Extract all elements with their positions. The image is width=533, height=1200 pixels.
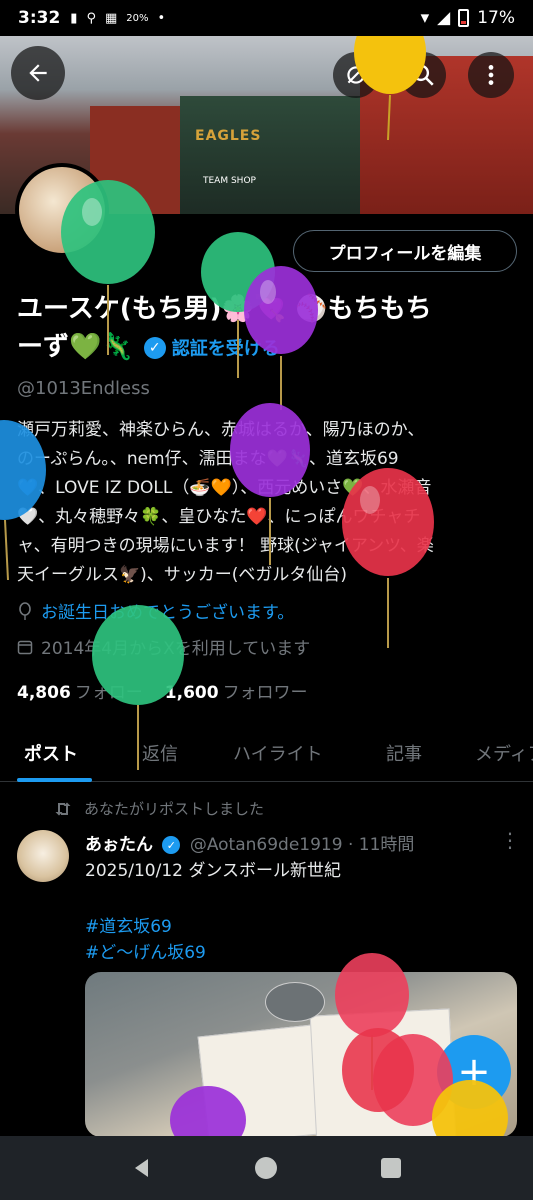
balloon-icon: [19, 601, 31, 620]
search-icon: [412, 64, 434, 86]
edit-profile-button[interactable]: プロフィールを編集: [293, 230, 517, 272]
nav-home-icon[interactable]: [254, 1156, 278, 1180]
more-vertical-icon: [488, 65, 494, 85]
dot-icon: •: [157, 10, 166, 26]
post-header: あぉたん ✓ @Aotan69de1919 · 11時間: [85, 830, 414, 855]
app-icon: ▦: [104, 10, 118, 26]
joined-text: 2014年4月からXを利用しています: [41, 639, 311, 659]
battery-icon: [458, 9, 470, 27]
post-text: 2025/10/12 ダンスボール新世紀: [85, 861, 342, 881]
alert-icon: ▮: [70, 10, 78, 26]
post-author-avatar[interactable]: [17, 830, 69, 882]
followers-label: フォロワー: [222, 683, 308, 703]
birthday-row[interactable]: お誕生日おめでとうございます。: [17, 598, 294, 623]
followers-link[interactable]: 1,600 フォロワー: [165, 683, 308, 703]
tab-posts[interactable]: ポスト: [24, 740, 78, 766]
bell-off-icon: [347, 66, 365, 84]
arrow-left-icon: [29, 64, 47, 82]
repost-indicator: あなたがリポストしました: [54, 798, 264, 819]
banner-sign-2: TEAM SHOP: [203, 176, 256, 186]
bio-line: 🤍、丸々穂野々🍀、皇ひなた❤️、にっぽんワチャチ: [17, 507, 421, 527]
bio-line: 瀬戸万莉愛、神楽ひらん、赤城はるか、陽乃ほのか、: [17, 420, 425, 440]
tab-highlights[interactable]: ハイライト: [233, 740, 323, 766]
display-name-line-2-row: ーず💚🦎 ✓ 認証を受ける: [17, 326, 280, 363]
nav-recents-icon[interactable]: [380, 1157, 402, 1179]
calendar-icon: [17, 640, 33, 654]
tab-media[interactable]: メディア: [475, 740, 533, 766]
signal-icon: ◢: [437, 8, 451, 28]
post-more-button[interactable]: ⋮: [500, 828, 520, 852]
tab-replies[interactable]: 返信: [142, 740, 178, 766]
display-name-line-1: ユースケ(もち男)🌸💘 ⚾もちもち: [17, 294, 432, 324]
birthday-text: お誕生日おめでとうございます。: [41, 603, 295, 623]
banner-sign: EAGLES: [195, 128, 262, 144]
joined-row: 2014年4月からXを利用しています: [17, 634, 310, 659]
wifi-icon: ▾: [420, 8, 430, 28]
post-author-handle[interactable]: @Aotan69de1919: [190, 835, 343, 855]
profile-bio: 瀬戸万莉愛、神楽ひらん、赤城はるか、陽乃ほのか、 のーぷらん。、nem仔、濡田ま…: [17, 416, 522, 590]
follow-counts: 4,806 フォロー 1,600 フォロワー: [17, 678, 308, 703]
repost-label: あなたがリポストしました: [84, 800, 265, 818]
post-time[interactable]: 11時間: [359, 835, 415, 855]
bio-line: 💙、LOVE IZ DOLL（🍜🧡）、西元めいさ💚、水瀬音: [17, 478, 432, 498]
data-speed: 20%: [126, 12, 149, 24]
notification-toggle-button[interactable]: [333, 52, 379, 98]
following-link[interactable]: 4,806 フォロー: [17, 683, 143, 703]
profile-handle: @1013Endless: [17, 378, 150, 399]
active-tab-indicator: [17, 778, 92, 782]
bio-line: のーぷらん。、nem仔、濡田まな💚🦎、道玄坂69: [17, 449, 399, 469]
repost-icon: [55, 802, 71, 815]
following-label: フォロー: [74, 683, 143, 703]
profile-tabs: ポスト 返信 ハイライト 記事 メディア: [0, 730, 533, 782]
hashtag-link[interactable]: #ど〜げん坂69: [85, 938, 206, 963]
verified-badge-icon: ✓: [162, 836, 181, 854]
status-time: 3:32: [18, 8, 61, 28]
bio-line: ャ、有明つきの現場にいます！ 野球(ジャイアンツ、楽: [17, 536, 434, 556]
post-separator: ·: [347, 835, 354, 855]
hashtag-link[interactable]: #道玄坂69: [85, 912, 172, 937]
post-author-name[interactable]: あぉたん: [85, 835, 153, 855]
following-count: 4,806: [17, 683, 71, 703]
more-options-button[interactable]: [468, 52, 514, 98]
followers-count: 1,600: [164, 683, 219, 703]
display-name-line-2: ーず💚🦎: [17, 332, 134, 362]
avatar: [19, 167, 105, 253]
battery-level: 17%: [477, 8, 515, 28]
plus-icon: +: [457, 1049, 491, 1095]
system-nav-bar: [0, 1136, 533, 1200]
profile-avatar[interactable]: [15, 163, 109, 257]
location-icon: ⚲: [86, 10, 96, 26]
get-verified-link[interactable]: 認証を受ける: [172, 339, 280, 360]
tab-articles[interactable]: 記事: [386, 740, 422, 766]
status-bar: 3:32 ▮ ⚲ ▦ 20% • ▾ ◢ 17%: [0, 0, 533, 36]
more-vertical-icon: ⋮: [500, 828, 520, 852]
bio-line: 天イーグルス🦅)、サッカー(ベガルタ仙台): [17, 565, 348, 585]
verified-badge-icon: ✓: [143, 336, 166, 359]
back-button[interactable]: [11, 46, 65, 100]
nav-back-icon[interactable]: [131, 1157, 153, 1179]
search-button[interactable]: [400, 52, 446, 98]
compose-button[interactable]: +: [437, 1035, 511, 1109]
